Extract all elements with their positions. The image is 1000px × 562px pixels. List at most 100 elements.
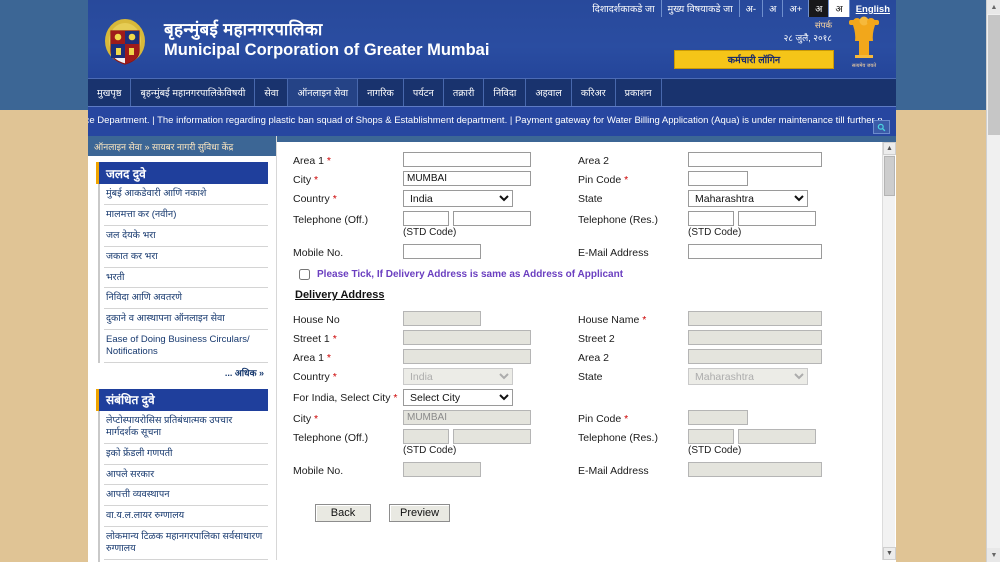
state-select[interactable]: Maharashtra <box>688 190 808 208</box>
form-row-select-city: For India, Select City * Select City <box>293 389 878 407</box>
page-scroll-down-arrow-icon[interactable]: ▼ <box>987 548 1000 562</box>
site-title-marathi: बृहन्मुंबई महानगरपालिका <box>164 20 323 39</box>
nav-item-tenders[interactable]: निविदा <box>484 79 527 106</box>
skip-to-navigation-link[interactable]: दिशादर्शकाकडे जा <box>586 0 660 17</box>
sidebar-item-kem-hospital[interactable]: वा.य.ल.लायर रुग्णालय <box>104 506 268 528</box>
nav-item-citizen[interactable]: नागरिक <box>358 79 404 106</box>
telephone-off-std-input[interactable] <box>403 211 449 227</box>
sidebar-item-ease-of-doing-business[interactable]: Ease of Doing Business Circulars/ Notifi… <box>104 330 268 363</box>
pincode-input[interactable] <box>688 171 748 187</box>
delivery-pincode-input[interactable] <box>688 410 748 426</box>
street1-input[interactable] <box>403 330 531 346</box>
form-panel: Area 1 * Area 2 City * MUMBAI Pin Code *… <box>276 136 896 560</box>
delivery-city-input[interactable] <box>403 410 531 426</box>
nav-item-career[interactable]: करिअर <box>572 79 616 106</box>
required-mark: * <box>393 392 398 405</box>
label-area1: Area 1 * <box>293 155 331 167</box>
sidebar-item-leptospirosis[interactable]: लेप्टोस्पायरोसिस प्रतिबंधात्मक उपचार मार… <box>104 411 268 444</box>
telephone-off-number-input[interactable] <box>453 211 531 227</box>
sidebar-item-mumbai-stats[interactable]: मुंबई आकडेवारी आणि नकाशे <box>104 184 268 205</box>
form-row-area1: Area 1 * Area 2 <box>293 152 878 167</box>
delivery-email-input[interactable] <box>688 462 822 478</box>
field-group-state: State Maharashtra <box>578 190 878 208</box>
mobile-input[interactable] <box>403 244 481 260</box>
scrollbar-thumb[interactable] <box>884 156 895 196</box>
delivery-telephone-res-std-input[interactable] <box>688 429 734 445</box>
sidebar-item-aaple-sarkar[interactable]: आपले सरकार <box>104 465 268 486</box>
city-input[interactable] <box>403 171 531 187</box>
sidebar-item-eco-friendly-ganpati[interactable]: इको फ्रेंडली गणपती <box>104 444 268 465</box>
nav-item-about[interactable]: बृहन्मुंबई महानगरपालिकेविषयी <box>131 79 256 106</box>
high-contrast-dark-button[interactable]: अ <box>808 0 829 17</box>
marquee-text: ence Department. | The information regar… <box>88 115 883 126</box>
nav-item-services[interactable]: सेवा <box>255 79 289 106</box>
sidebar-item-recruitment[interactable]: भरती <box>104 268 268 289</box>
font-increase-button[interactable]: अ+ <box>782 0 808 17</box>
form-row-street: Street 1 * Street 2 <box>293 330 878 346</box>
label-select-city: For India, Select City * <box>293 392 398 405</box>
contact-link[interactable]: संपर्क <box>815 20 832 31</box>
telephone-res-number-input[interactable] <box>738 211 816 227</box>
form-row-city: City * Pin Code * <box>293 171 878 187</box>
sidebar-item-property-tax[interactable]: मालमत्ता कर (नवीन) <box>104 205 268 226</box>
form-row-house: House No House Name * <box>293 311 878 327</box>
search-icon[interactable] <box>873 120 890 134</box>
back-button[interactable]: Back <box>315 503 371 522</box>
area1-input[interactable] <box>403 152 531 167</box>
select-city-dropdown[interactable]: Select City <box>403 389 513 407</box>
nav-item-online-services[interactable]: ऑनलाइन सेवा <box>288 79 359 106</box>
field-group-mobile: Mobile No. <box>293 244 578 260</box>
label-telephone-off: Telephone (Off.) <box>293 214 369 227</box>
quick-links-more-link[interactable]: ... अधिक » <box>96 363 268 383</box>
area2-input[interactable] <box>688 152 822 167</box>
page-scrollbar-thumb[interactable] <box>988 15 1000 135</box>
scroll-up-arrow-icon[interactable]: ▲ <box>883 142 896 155</box>
house-no-input[interactable] <box>403 311 481 327</box>
sidebar-item-tenders-quotations[interactable]: निविदा आणि अवतरणे <box>104 288 268 310</box>
nav-item-tourism[interactable]: पर्यटन <box>404 79 444 106</box>
telephone-res-std-input[interactable] <box>688 211 734 227</box>
scroll-down-arrow-icon[interactable]: ▼ <box>883 547 896 560</box>
sidebar-item-octroi[interactable]: जकात कर भरा <box>104 247 268 268</box>
font-normal-button[interactable]: अ <box>762 0 782 17</box>
required-mark: * <box>326 352 331 365</box>
email-input[interactable] <box>688 244 822 260</box>
language-english-link[interactable]: English <box>848 0 896 17</box>
delivery-telephone-off-std-input[interactable] <box>403 429 449 445</box>
nav-item-publications[interactable]: प्रकाशन <box>616 79 662 106</box>
sidebar-item-water-bill[interactable]: जल देयके भरा <box>104 226 268 247</box>
delivery-country-select[interactable]: India <box>403 368 513 386</box>
street2-input[interactable] <box>688 330 822 346</box>
field-group-pincode: Pin Code * <box>578 171 878 187</box>
mcgm-logo-icon[interactable] <box>102 17 148 67</box>
country-select[interactable]: India <box>403 190 513 208</box>
delivery-mobile-input[interactable] <box>403 462 481 478</box>
website-frame: दिशादर्शकाकडे जा मुख्य विषयाकडे जा अ- अ … <box>88 0 896 562</box>
sidebar-item-shops-establishment[interactable]: दुकाने व आस्थापना ऑनलाइन सेवा <box>104 309 268 331</box>
nav-item-reports[interactable]: अहवाल <box>526 79 572 106</box>
nav-item-complaints[interactable]: तक्रारी <box>444 79 485 106</box>
delivery-telephone-off-number-input[interactable] <box>453 429 531 445</box>
house-name-input[interactable] <box>688 311 822 327</box>
nav-item-home[interactable]: मुखपृष्ठ <box>88 79 132 106</box>
breadcrumb: ऑनलाइन सेवा » सायबर नागरी सुविधा केंद्र <box>88 136 276 156</box>
delivery-area1-input[interactable] <box>403 349 531 365</box>
employee-login-button[interactable]: कर्मचारी लॉगिन <box>674 50 834 69</box>
preview-button[interactable]: Preview <box>389 503 451 522</box>
high-contrast-light-button[interactable]: अ <box>828 0 849 17</box>
skip-to-main-content-link[interactable]: मुख्य विषयाकडे जा <box>660 0 739 17</box>
label-delivery-city: City * <box>293 413 319 426</box>
sidebar-item-disaster-management[interactable]: आपत्ती व्यवस्थापन <box>104 485 268 507</box>
same-address-checkbox[interactable] <box>299 269 310 281</box>
form-scrollbar[interactable]: ▲ ▼ <box>882 142 896 560</box>
delivery-telephone-res-number-input[interactable] <box>738 429 816 445</box>
required-mark: * <box>624 413 629 426</box>
field-group-delivery-state: State Maharashtra <box>578 368 878 386</box>
page-scrollbar[interactable]: ▲ ▼ <box>986 0 1000 562</box>
sidebar-item-sion-hospital[interactable]: लोकमान्य टिळक महानगरपालिका सर्वसाधारण रु… <box>104 527 268 560</box>
delivery-area2-input[interactable] <box>688 349 822 365</box>
font-decrease-button[interactable]: अ- <box>738 0 762 17</box>
delivery-state-select[interactable]: Maharashtra <box>688 368 808 386</box>
page-scroll-up-arrow-icon[interactable]: ▲ <box>987 0 1000 14</box>
label-delivery-email: E-Mail Address <box>578 465 649 478</box>
